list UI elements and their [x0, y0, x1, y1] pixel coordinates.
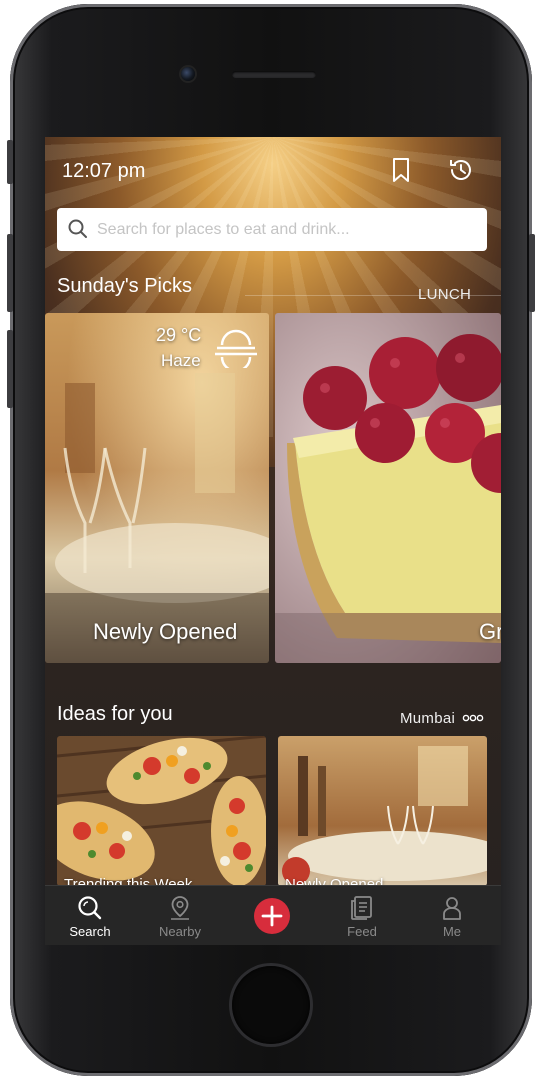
tab-search-label: Search: [69, 924, 111, 939]
meal-label: LUNCH: [418, 286, 472, 303]
bookmark-icon: [393, 158, 409, 182]
mute-switch: [7, 140, 13, 184]
ideas-title: Ideas for you: [57, 703, 173, 725]
weather-condition: Haze: [161, 351, 201, 370]
tab-feed-label: Feed: [347, 924, 377, 939]
more-dots-icon: [462, 714, 483, 722]
front-camera: [181, 67, 195, 81]
volume-up-button: [7, 234, 13, 312]
city-selector[interactable]: Mumbai: [400, 710, 484, 730]
power-button: [529, 234, 535, 312]
search-icon: [78, 896, 102, 920]
tab-nearby[interactable]: Nearby: [140, 886, 220, 945]
status-time: 12:07 pm: [62, 160, 146, 182]
feed-icon: [351, 896, 372, 920]
pick-card-label: Newly Opened: [93, 619, 238, 644]
bookmark-button[interactable]: [386, 155, 416, 185]
pick-card-label: Gr: [479, 619, 501, 644]
search-bar[interactable]: [57, 208, 487, 251]
dining-room-image: [278, 736, 487, 886]
weather-temp: 29 °C: [156, 325, 202, 345]
volume-down-button: [7, 330, 13, 408]
picks-title: Sunday's Picks: [57, 275, 192, 297]
idea-card-trending[interactable]: Trending this Week: [57, 736, 266, 886]
tab-feed[interactable]: Feed: [322, 886, 402, 945]
tab-me-label: Me: [442, 924, 462, 939]
cheesecake-image: [275, 313, 501, 663]
earpiece-speaker: [232, 71, 316, 78]
tab-nearby-label: Nearby: [159, 924, 201, 939]
home-button[interactable]: [232, 966, 310, 1044]
plus-icon: [261, 905, 283, 927]
user-icon: [443, 897, 461, 920]
tab-me[interactable]: Me: [412, 886, 492, 945]
tab-search[interactable]: Search: [50, 886, 130, 945]
location-pin-icon: [171, 896, 189, 920]
history-button[interactable]: [446, 155, 476, 185]
history-icon: [450, 160, 471, 180]
pick-card-cheesecake[interactable]: Gr: [275, 313, 501, 663]
search-icon: [68, 219, 87, 238]
pick-card-newly-opened[interactable]: 29 °C Haze Newly Opened: [45, 313, 269, 663]
app-screen: 12:07 pm Sunday's Picks LUNCH: [45, 137, 501, 945]
idea-card-newly-opened[interactable]: Newly Opened: [278, 736, 487, 886]
city-label: Mumbai: [400, 710, 456, 727]
haze-icon: [215, 329, 257, 368]
add-button[interactable]: [254, 898, 290, 934]
search-input[interactable]: [97, 208, 477, 251]
bruschetta-image: [57, 736, 266, 886]
tab-bar: Search Nearby Feed Me: [45, 885, 501, 945]
